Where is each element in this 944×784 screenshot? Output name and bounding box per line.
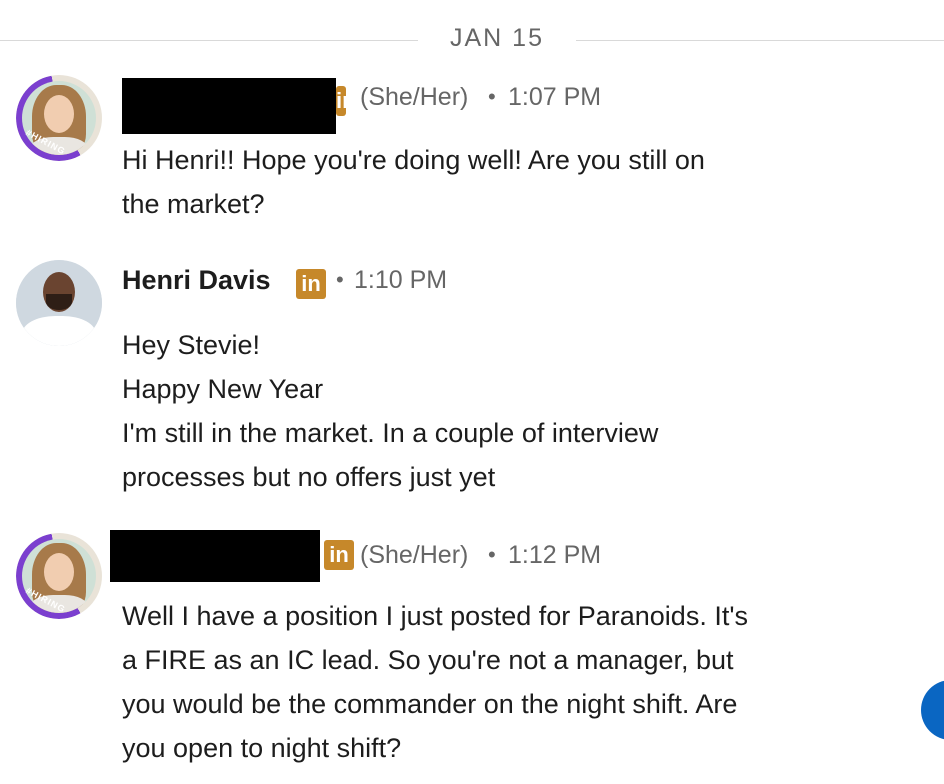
message-body: Hi Henri!! Hope you're doing well! Are y… [122,138,912,226]
linkedin-badge-icon: in [324,540,354,570]
linkedin-badge-icon: in [296,269,326,299]
message-line: Happy New Year [122,374,324,404]
separator-dot: • [488,84,496,109]
message-line: a FIRE as an IC lead. So you're not a ma… [122,645,734,675]
message-line: Hi Henri!! Hope you're doing well! Are y… [122,145,705,175]
message-line: Hey Stevie! [122,330,261,360]
date-divider: JAN 15 [0,18,944,62]
sender-pronouns: (She/Her) [360,541,469,569]
message-line: you open to night shift? [122,733,402,763]
message-body: Well I have a position I just posted for… [122,594,912,770]
message-time: 1:12 PM [508,541,602,569]
message-body: Hey Stevie! Happy New Year I'm still in … [122,323,912,499]
redacted-name [110,530,320,582]
message-line: Well I have a position I just posted for… [122,601,748,631]
compose-fab-icon[interactable] [921,680,944,740]
avatar[interactable] [16,260,102,346]
sender-pronouns: (She/Her) [360,83,469,111]
redacted-name [122,78,336,134]
message-line: I'm still in the market. In a couple of … [122,418,659,448]
avatar[interactable]: #HIRING [16,75,102,161]
separator-dot: • [488,542,496,567]
divider-line-left [0,40,418,41]
date-label: JAN 15 [450,24,544,52]
divider-line-right [576,40,944,41]
message-time: 1:07 PM [508,83,602,111]
linkedin-badge-icon: in [336,86,346,116]
message-line: processes but no offers just yet [122,462,496,492]
message-line: you would be the commander on the night … [122,689,738,719]
message-line: the market? [122,189,265,219]
message-time: 1:10 PM [354,266,448,294]
sender-name[interactable]: Henri Davis [122,265,271,296]
separator-dot: • [336,267,344,292]
avatar[interactable]: #HIRING [16,533,102,619]
